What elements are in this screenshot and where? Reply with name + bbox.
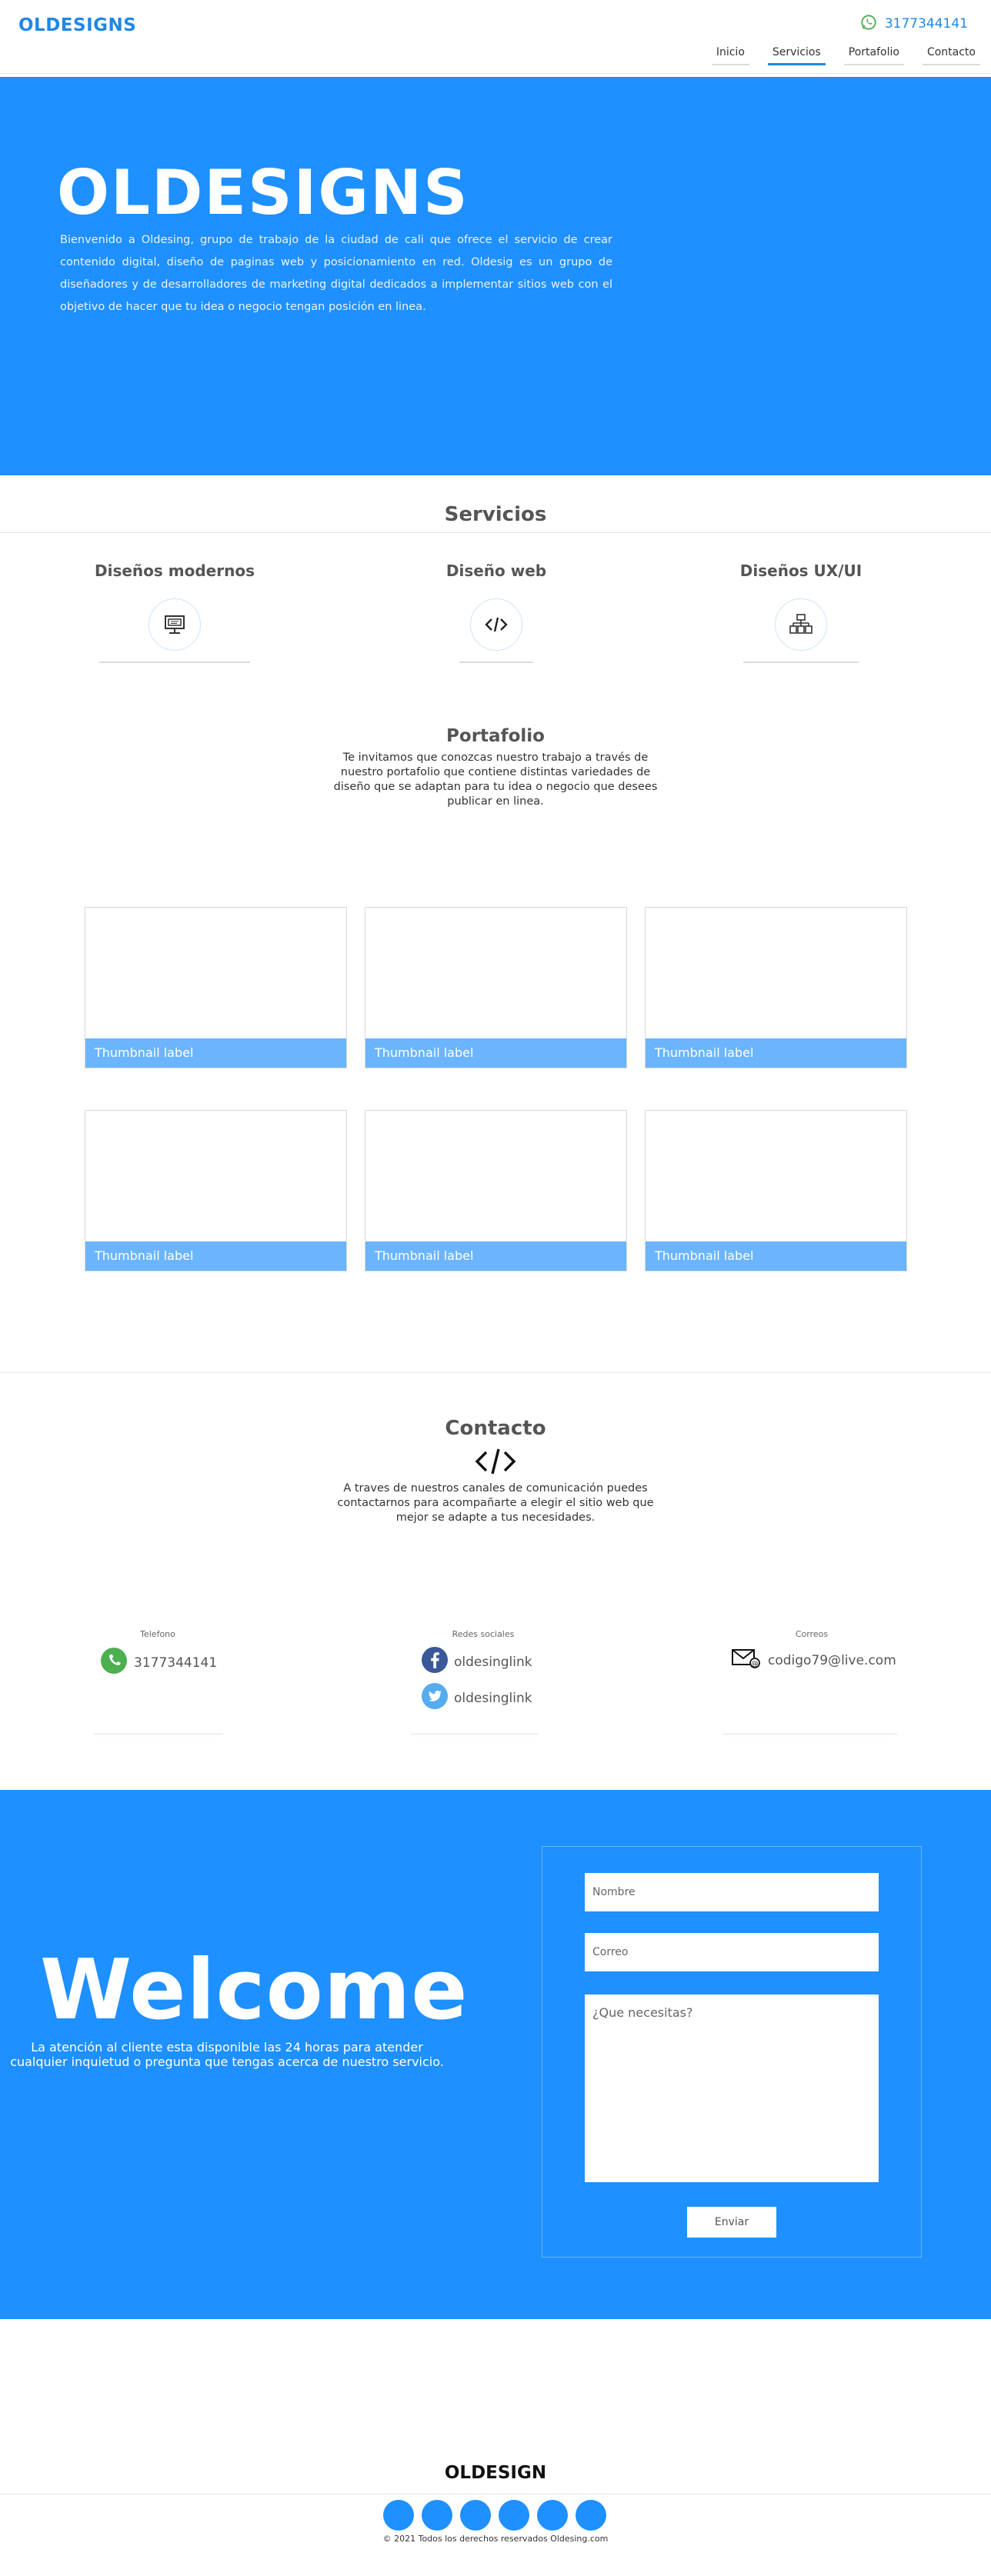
name-field[interactable]: Nombre	[585, 1873, 879, 1911]
welcome-text: La atención al cliente esta disponible l…	[10, 2040, 444, 2069]
portfolio-title: Portafolio	[446, 726, 545, 746]
facebook-handle: oldesinglink	[454, 1654, 532, 1670]
hero-text: Bienvenido a Oldesing, grupo de trabajo …	[60, 234, 612, 313]
thumbnail-label: Thumbnail label	[646, 1038, 906, 1068]
thumbnail-label: Thumbnail label	[85, 1241, 346, 1271]
contact-email-address: codigo79@live.com	[768, 1652, 896, 1668]
mail-icon: @	[731, 1647, 762, 1674]
main-nav: Inicio Servicios Portafolio Contacto	[711, 45, 980, 65]
contact-underline	[411, 1734, 539, 1735]
sitemap-icon	[775, 598, 827, 651]
contact-phone-number: 3177344141	[134, 1655, 218, 1671]
footer-social-button[interactable]	[422, 2500, 452, 2531]
contact-phone[interactable]: 3177344141	[100, 1647, 218, 1678]
nav-contacto[interactable]: Contacto	[922, 45, 980, 65]
service-modern-design[interactable]: Diseños modernos	[82, 562, 267, 663]
contact-email[interactable]: @ codigo79@live.com	[731, 1647, 896, 1674]
mail-label: Correos	[795, 1629, 829, 1639]
portfolio-text: Te invitamos que conozcas nuestro trabaj…	[333, 751, 658, 808]
thumbnail-label: Thumbnail label	[365, 1241, 626, 1271]
header-phone[interactable]: 3177344141	[860, 14, 968, 34]
submit-button[interactable]: Enviar	[687, 2207, 776, 2238]
message-field[interactable]: ¿Que necesitas?	[585, 1994, 879, 2182]
contact-form: Nombre Correo ¿Que necesitas? Enviar	[542, 1846, 922, 2258]
whatsapp-icon	[860, 14, 877, 34]
phone-label: Telefono	[140, 1629, 175, 1639]
service-label: Diseños modernos	[95, 562, 255, 580]
twitter-icon	[422, 1683, 448, 1713]
welcome-title: Welcome	[40, 1942, 469, 2038]
contact-phone-group: Telefono 3177344141	[100, 1629, 218, 1678]
footer-social-button[interactable]	[460, 2500, 491, 2531]
contact-divider	[0, 1372, 991, 1373]
thumbnail-label: Thumbnail label	[85, 1038, 346, 1068]
footer-social-button[interactable]	[499, 2500, 529, 2531]
thumbnail-label: Thumbnail label	[646, 1241, 906, 1271]
welcome-section: Welcome La atención al cliente esta disp…	[0, 1790, 991, 2319]
portfolio-thumbnail[interactable]: Thumbnail label	[365, 907, 627, 1068]
footer-brand: OLDESIGN	[444, 2463, 547, 2483]
footer-social-button[interactable]	[383, 2500, 414, 2531]
contact-title: Contacto	[445, 1417, 546, 1440]
contact-social-group: Redes sociales oldesinglink oldesinglink	[422, 1629, 545, 1713]
footer-social-button[interactable]	[537, 2500, 568, 2531]
services-title: Servicios	[444, 503, 547, 526]
twitter-link[interactable]: oldesinglink	[422, 1683, 545, 1713]
email-field[interactable]: Correo	[585, 1933, 879, 1971]
code-icon	[470, 598, 522, 651]
contact-mail-group: Correos @ codigo79@live.com	[731, 1629, 896, 1674]
nav-inicio[interactable]: Inicio	[711, 45, 749, 65]
service-underline	[99, 661, 250, 663]
social-label: Redes sociales	[452, 1629, 515, 1639]
twitter-handle: oldesinglink	[454, 1690, 532, 1706]
copyright-text: © 2021 Todos los derechos reservados Old…	[382, 2534, 609, 2544]
service-label: Diseño web	[445, 562, 547, 580]
hero-title: OLDESIGNS	[57, 157, 469, 228]
brand-logo[interactable]: OLDESIGNS	[18, 15, 136, 35]
svg-text:@: @	[752, 1661, 759, 1668]
nav-servicios[interactable]: Servicios	[767, 45, 826, 65]
service-underline	[459, 661, 533, 663]
portfolio-thumbnail[interactable]: Thumbnail label	[645, 907, 907, 1068]
facebook-icon	[422, 1647, 448, 1677]
footer-social-links	[383, 2500, 606, 2531]
contact-text: A traves de nuestros canales de comunica…	[337, 1482, 654, 1524]
monitor-icon	[148, 598, 201, 651]
service-web-design[interactable]: Diseño web	[404, 562, 589, 663]
service-label: Diseños UX/UI	[739, 562, 863, 580]
portfolio-thumbnail[interactable]: Thumbnail label	[85, 1110, 347, 1271]
hero-section: OLDESIGNS Bienvenido a Oldesing, grupo d…	[0, 77, 991, 475]
nav-portafolio[interactable]: Portafolio	[843, 45, 904, 65]
header-phone-number: 3177344141	[884, 16, 968, 32]
portfolio-thumbnail[interactable]: Thumbnail label	[85, 907, 347, 1068]
services-divider	[0, 532, 991, 533]
contact-underline	[94, 1734, 223, 1735]
service-underline	[743, 661, 859, 663]
whatsapp-icon	[100, 1647, 128, 1678]
contact-underline	[723, 1734, 897, 1735]
service-uxui-design[interactable]: Diseños UX/UI	[709, 562, 893, 663]
portfolio-thumbnail[interactable]: Thumbnail label	[645, 1110, 907, 1271]
code-icon	[474, 1446, 517, 1480]
facebook-link[interactable]: oldesinglink	[422, 1647, 545, 1677]
portfolio-thumbnail[interactable]: Thumbnail label	[365, 1110, 627, 1271]
header: OLDESIGNS 3177344141 Inicio Servicios Po…	[0, 0, 991, 74]
thumbnail-label: Thumbnail label	[365, 1038, 626, 1068]
footer-social-button[interactable]	[576, 2500, 606, 2531]
